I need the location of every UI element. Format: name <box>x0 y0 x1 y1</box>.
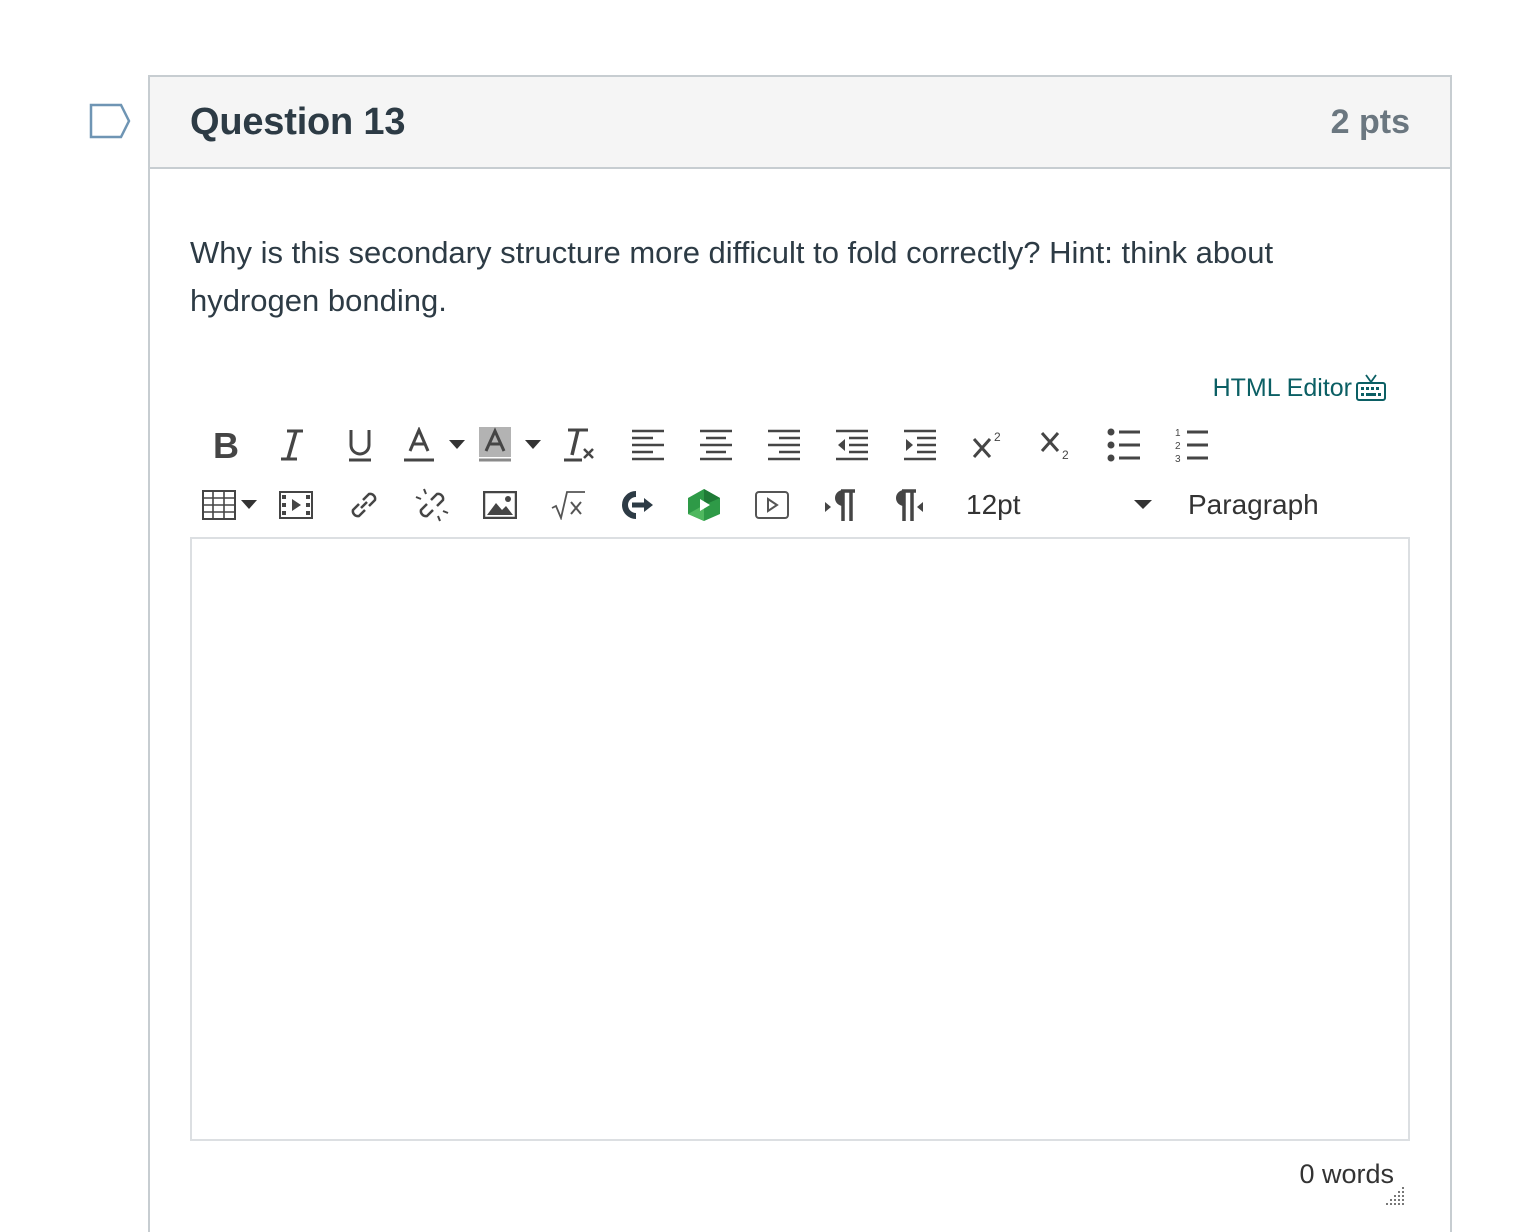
lti-tool-icon[interactable] <box>602 477 670 533</box>
bold-icon[interactable]: B <box>190 417 258 473</box>
subscript-icon[interactable]: 2 <box>1022 417 1090 473</box>
align-center-icon[interactable] <box>682 417 750 473</box>
svg-text:3: 3 <box>1175 454 1181 462</box>
bulleted-list-icon[interactable] <box>1090 417 1158 473</box>
html-editor-label: HTML Editor <box>1212 374 1352 402</box>
math-equation-icon[interactable] <box>534 477 602 533</box>
rich-text-editor-area[interactable] <box>190 537 1410 1141</box>
font-size-select[interactable]: 12pt <box>942 477 1172 533</box>
underline-icon[interactable] <box>326 417 394 473</box>
question-header: Question 13 2 pts <box>150 77 1450 169</box>
svg-text:B: B <box>213 428 239 462</box>
question-points: 2 pts <box>1330 102 1410 141</box>
question-title: Question 13 <box>190 100 406 143</box>
question-card: Question 13 2 pts Why is this secondary … <box>148 75 1452 1232</box>
block-format-select[interactable]: Paragraph <box>1172 477 1342 533</box>
word-count: 0 words <box>1299 1159 1394 1189</box>
background-color-split <box>470 417 546 473</box>
image-icon[interactable] <box>466 477 534 533</box>
align-left-icon[interactable] <box>614 417 682 473</box>
editor-toolbar-row-2: 12pt Paragraph <box>190 477 1342 533</box>
resize-handle-icon[interactable] <box>1384 1185 1406 1207</box>
background-color-icon[interactable] <box>470 417 520 473</box>
rtl-paragraph-icon[interactable] <box>874 477 942 533</box>
kaltura-media-icon[interactable] <box>670 477 738 533</box>
text-color-caret-icon[interactable] <box>444 417 470 473</box>
text-color-split <box>394 417 470 473</box>
indent-icon[interactable] <box>886 417 954 473</box>
record-media-icon[interactable] <box>738 477 806 533</box>
align-right-icon[interactable] <box>750 417 818 473</box>
svg-text:2: 2 <box>1062 448 1069 461</box>
superscript-icon[interactable]: 2 <box>954 417 1022 473</box>
outdent-icon[interactable] <box>818 417 886 473</box>
html-editor-link[interactable]: HTML Editor <box>1213 373 1388 403</box>
editor-toolbar-row-1: B 2 2 1 2 3 <box>190 417 1226 473</box>
ltr-paragraph-icon[interactable] <box>806 477 874 533</box>
italic-icon[interactable] <box>258 417 326 473</box>
flag-question-icon[interactable] <box>88 102 132 140</box>
numbered-list-icon[interactable]: 1 2 3 <box>1158 417 1226 473</box>
keyboard-icon <box>1356 374 1386 401</box>
background-color-caret-icon[interactable] <box>520 417 546 473</box>
chevron-down-icon <box>1134 500 1152 509</box>
font-size-value: 12pt <box>966 489 1021 520</box>
table-icon[interactable] <box>190 477 236 533</box>
block-format-value: Paragraph <box>1188 489 1319 520</box>
table-split <box>190 477 262 533</box>
embed-media-icon[interactable] <box>262 477 330 533</box>
svg-text:1: 1 <box>1175 428 1181 439</box>
text-color-icon[interactable] <box>394 417 444 473</box>
table-caret-icon[interactable] <box>236 477 262 533</box>
unlink-icon[interactable] <box>398 477 466 533</box>
svg-text:2: 2 <box>1175 441 1181 452</box>
clear-formatting-icon[interactable] <box>546 417 614 473</box>
question-text: Why is this secondary structure more dif… <box>190 235 1274 318</box>
svg-text:2: 2 <box>994 430 1001 444</box>
link-icon[interactable] <box>330 477 398 533</box>
